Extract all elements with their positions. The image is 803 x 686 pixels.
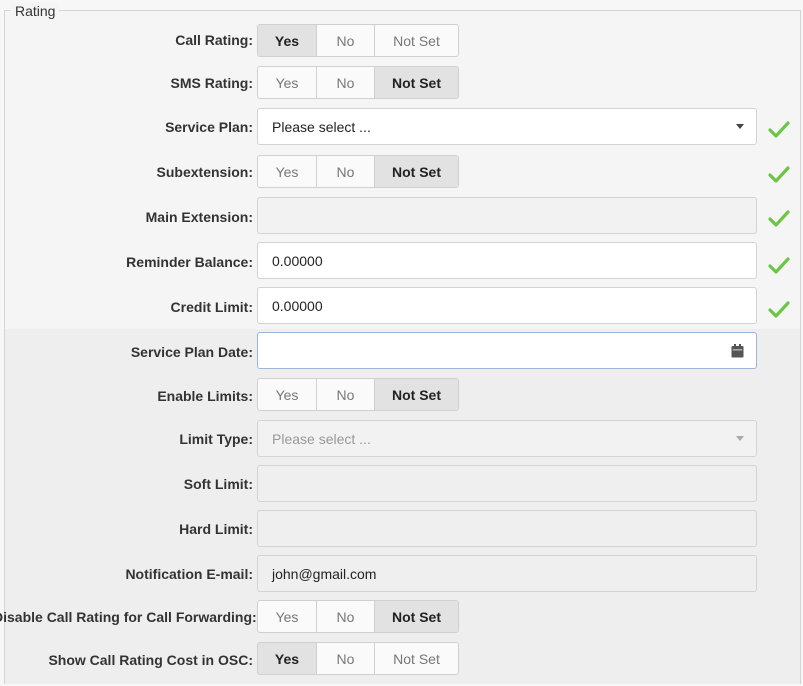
- limit-type-select[interactable]: Please select ...: [257, 420, 757, 457]
- limit-type-label: Limit Type:: [179, 431, 253, 447]
- check-icon: [768, 210, 790, 227]
- soft-limit-label: Soft Limit:: [183, 476, 253, 492]
- disable-call-rating-forwarding-yes[interactable]: Yes: [258, 601, 317, 632]
- subextension-label: Subextension:: [156, 164, 253, 180]
- disable-call-rating-forwarding-no[interactable]: No: [317, 601, 375, 632]
- call-rating-not-set[interactable]: Not Set: [375, 25, 458, 56]
- service-plan-placeholder: Please select ...: [272, 118, 371, 135]
- check-icon: [768, 166, 790, 183]
- disable-call-rating-forwarding-label: Disable Call Rating for Call Forwarding:: [0, 609, 257, 625]
- sms-rating-label: SMS Rating:: [170, 75, 253, 91]
- disable-call-rating-forwarding-not-set[interactable]: Not Set: [375, 601, 458, 632]
- check-icon: [768, 121, 790, 138]
- enable-limits-no[interactable]: No: [317, 379, 375, 410]
- show-call-rating-cost-not-set[interactable]: Not Set: [375, 643, 458, 674]
- soft-limit-field[interactable]: [257, 465, 757, 502]
- sms-rating-toggle[interactable]: Yes No Not Set: [257, 66, 459, 99]
- show-call-rating-cost-toggle[interactable]: Yes No Not Set: [257, 642, 459, 675]
- enable-limits-not-set[interactable]: Not Set: [375, 379, 458, 410]
- call-rating-no[interactable]: No: [317, 25, 375, 56]
- subextension-not-set[interactable]: Not Set: [375, 156, 458, 187]
- show-call-rating-cost-yes[interactable]: Yes: [258, 643, 317, 674]
- notification-email-field[interactable]: john@gmail.com: [257, 555, 757, 592]
- sms-rating-not-set[interactable]: Not Set: [375, 67, 458, 98]
- sms-rating-yes[interactable]: Yes: [258, 67, 317, 98]
- credit-limit-field[interactable]: 0.00000: [257, 287, 757, 324]
- fieldset-legend: Rating: [11, 3, 60, 19]
- subextension-toggle[interactable]: Yes No Not Set: [257, 155, 459, 188]
- disable-call-rating-forwarding-toggle[interactable]: Yes No Not Set: [257, 600, 459, 633]
- check-icon: [768, 301, 790, 318]
- main-extension-label: Main Extension:: [145, 209, 253, 225]
- sms-rating-no[interactable]: No: [317, 67, 375, 98]
- credit-limit-label: Credit Limit:: [170, 299, 253, 315]
- service-plan-date-label: Service Plan Date:: [130, 344, 253, 360]
- show-call-rating-cost-no[interactable]: No: [317, 643, 375, 674]
- service-plan-select[interactable]: Please select ...: [257, 108, 757, 145]
- reminder-balance-label: Reminder Balance:: [126, 254, 253, 270]
- call-rating-label: Call Rating:: [175, 32, 253, 48]
- hard-limit-label: Hard Limit:: [179, 521, 253, 537]
- enable-limits-yes[interactable]: Yes: [258, 379, 317, 410]
- main-extension-field[interactable]: [257, 197, 757, 234]
- reminder-balance-field[interactable]: 0.00000: [257, 242, 757, 279]
- subextension-no[interactable]: No: [317, 156, 375, 187]
- limit-type-placeholder: Please select ...: [272, 430, 371, 447]
- service-plan-date-field[interactable]: [257, 332, 757, 369]
- service-plan-label: Service Plan:: [165, 119, 253, 135]
- calendar-icon[interactable]: [731, 344, 744, 358]
- chevron-down-icon: [736, 124, 744, 129]
- call-rating-yes[interactable]: Yes: [258, 25, 317, 56]
- notification-email-label: Notification E-mail:: [125, 566, 253, 582]
- enable-limits-label: Enable Limits:: [157, 388, 253, 404]
- hard-limit-field[interactable]: [257, 510, 757, 547]
- subextension-yes[interactable]: Yes: [258, 156, 317, 187]
- enable-limits-toggle[interactable]: Yes No Not Set: [257, 378, 459, 411]
- show-call-rating-cost-label: Show Call Rating Cost in OSC:: [48, 652, 253, 668]
- check-icon: [768, 257, 790, 274]
- chevron-down-icon: [736, 436, 744, 441]
- call-rating-toggle[interactable]: Yes No Not Set: [257, 24, 459, 57]
